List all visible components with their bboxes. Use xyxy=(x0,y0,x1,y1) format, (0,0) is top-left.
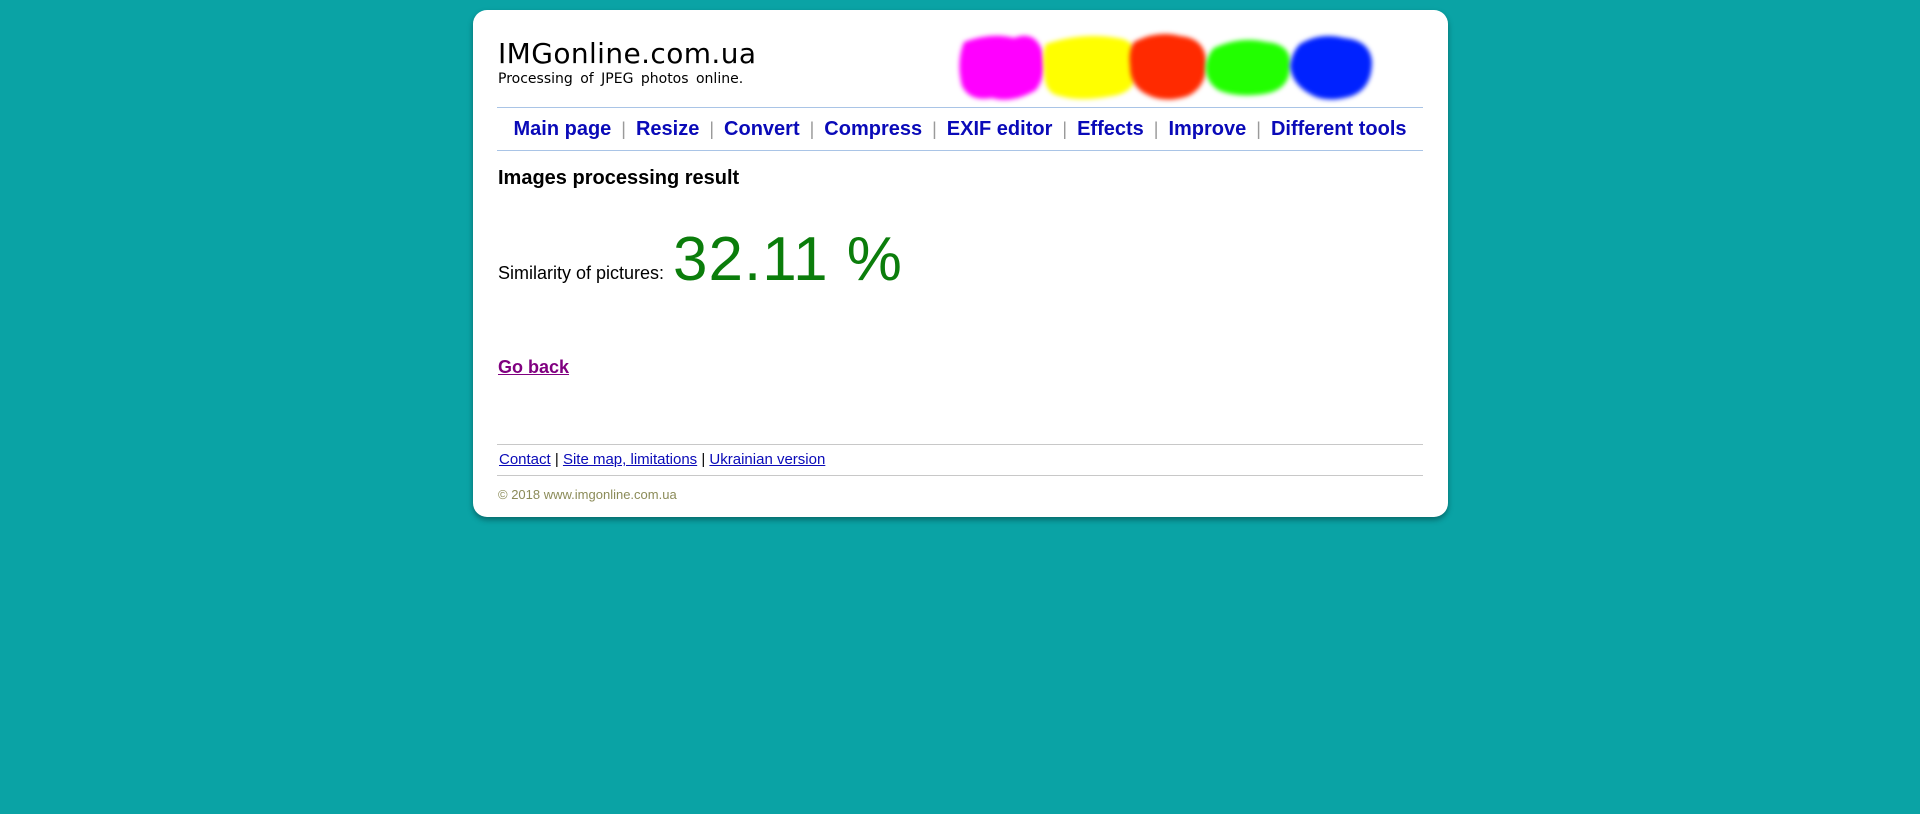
nav-exif-editor[interactable]: EXIF editor xyxy=(947,118,1053,141)
footer-contact-link[interactable]: Contact xyxy=(499,451,551,468)
nav-effects[interactable]: Effects xyxy=(1077,118,1144,141)
similarity-label: Similarity of pictures: xyxy=(498,263,665,283)
footer-sitemap-link[interactable]: Site map, limitations xyxy=(563,451,697,468)
green-blob xyxy=(1205,40,1291,96)
magenta-blob xyxy=(959,35,1044,100)
footer-ukrainian-link[interactable]: Ukrainian version xyxy=(709,451,825,468)
page-card: IMGonline.com.ua Processing of JPEG phot… xyxy=(473,10,1448,517)
nav-separator: | xyxy=(1153,118,1159,139)
similarity-value: 32.11 % xyxy=(673,225,903,294)
nav-compress[interactable]: Compress xyxy=(824,118,922,141)
nav-separator: | xyxy=(621,118,626,139)
yellow-blob xyxy=(1043,36,1137,99)
nav-separator: | xyxy=(1062,118,1068,139)
nav-main-page[interactable]: Main page xyxy=(513,118,611,141)
nav-different-tools[interactable]: Different tools xyxy=(1271,118,1407,141)
footer-links: Contact | Site map, limitations | Ukrain… xyxy=(497,444,1423,476)
color-blobs-logo xyxy=(959,34,1372,100)
nav-separator: | xyxy=(809,118,815,139)
site-tagline: Processing of JPEG photos online. xyxy=(498,71,744,87)
nav-resize[interactable]: Resize xyxy=(636,118,699,141)
red-blob xyxy=(1129,34,1207,100)
nav-separator: | xyxy=(932,118,937,139)
nav-convert[interactable]: Convert xyxy=(724,118,800,141)
main-nav: Main page | Resize | Convert | Compress … xyxy=(497,107,1423,151)
blue-blob xyxy=(1290,36,1372,100)
page-heading: Images processing result xyxy=(498,167,740,189)
footer-separator: | xyxy=(701,451,706,468)
go-back-link[interactable]: Go back xyxy=(498,357,569,378)
footer-separator: | xyxy=(554,451,559,468)
nav-improve[interactable]: Improve xyxy=(1168,118,1246,141)
page-content: IMGonline.com.ua Processing of JPEG phot… xyxy=(497,10,1423,517)
nav-separator: | xyxy=(709,118,715,139)
nav-separator: | xyxy=(1256,118,1261,139)
copyright-text: © 2018 www.imgonline.com.ua xyxy=(498,487,677,502)
site-title[interactable]: IMGonline.com.ua xyxy=(498,37,756,70)
